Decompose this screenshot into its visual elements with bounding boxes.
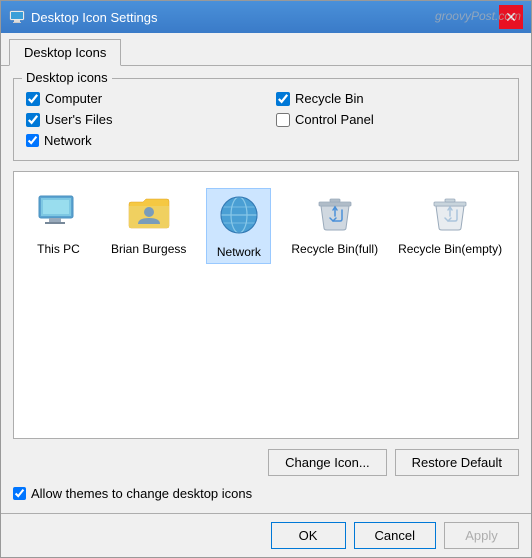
checkbox-users-label: User's Files [45, 112, 113, 127]
network-icon [215, 191, 263, 239]
icon-brian-burgess[interactable]: Brian Burgess [111, 188, 186, 258]
allow-themes-label: Allow themes to change desktop icons [31, 486, 252, 501]
network-row: Network [26, 133, 506, 148]
checkboxes-grid: Computer Recycle Bin User's Files Contro… [26, 91, 506, 127]
title-bar: Desktop Icon Settings ✕ [1, 1, 531, 33]
allow-themes-row: Allow themes to change desktop icons [13, 486, 519, 501]
icon-network-label: Network [217, 245, 261, 261]
checkbox-control-label: Control Panel [295, 112, 374, 127]
icon-recycle-full[interactable]: Recycle Bin(full) [291, 188, 378, 258]
checkbox-network-input[interactable] [26, 134, 39, 147]
icon-action-buttons: Change Icon... Restore Default [13, 449, 519, 476]
checkbox-recycle-input[interactable] [276, 92, 290, 106]
apply-button[interactable]: Apply [444, 522, 519, 549]
icon-this-pc[interactable]: This PC [26, 188, 91, 258]
icon-brian-burgess-label: Brian Burgess [111, 242, 186, 258]
ok-button[interactable]: OK [271, 522, 346, 549]
icons-preview-box: This PC Brian Burgess [13, 171, 519, 439]
window-icon [9, 9, 25, 25]
close-button[interactable]: ✕ [499, 5, 523, 29]
icon-recycle-full-label: Recycle Bin(full) [291, 242, 378, 258]
icon-network[interactable]: Network [206, 188, 271, 264]
checkbox-users-input[interactable] [26, 113, 40, 127]
checkbox-users: User's Files [26, 112, 256, 127]
main-content: Desktop icons Computer Recycle Bin User'… [1, 66, 531, 513]
icon-this-pc-label: This PC [37, 242, 80, 258]
change-icon-button[interactable]: Change Icon... [268, 449, 387, 476]
icon-recycle-empty[interactable]: Recycle Bin(empty) [398, 188, 502, 258]
title-bar-left: Desktop Icon Settings [9, 9, 157, 25]
this-pc-icon [35, 188, 83, 236]
bottom-buttons: OK Cancel Apply [1, 513, 531, 557]
checkbox-control: Control Panel [276, 112, 506, 127]
checkbox-network-label: Network [44, 133, 92, 148]
tab-bar: Desktop Icons [1, 33, 531, 66]
recycle-bin-empty-icon [426, 188, 474, 236]
user-folder-icon [125, 188, 173, 236]
checkbox-computer: Computer [26, 91, 256, 106]
desktop-icon-settings-window: Desktop Icon Settings ✕ Desktop Icons De… [0, 0, 532, 558]
restore-default-button[interactable]: Restore Default [395, 449, 519, 476]
cancel-button[interactable]: Cancel [354, 522, 436, 549]
checkbox-recycle-label: Recycle Bin [295, 91, 364, 106]
checkbox-recycle: Recycle Bin [276, 91, 506, 106]
icon-recycle-empty-label: Recycle Bin(empty) [398, 242, 502, 258]
window-title: Desktop Icon Settings [31, 10, 157, 25]
checkbox-computer-label: Computer [45, 91, 102, 106]
allow-themes-checkbox[interactable] [13, 487, 26, 500]
recycle-bin-full-icon [311, 188, 359, 236]
checkbox-control-input[interactable] [276, 113, 290, 127]
tab-desktop-icons[interactable]: Desktop Icons [9, 39, 121, 66]
checkbox-computer-input[interactable] [26, 92, 40, 106]
desktop-icons-group: Desktop icons Computer Recycle Bin User'… [13, 78, 519, 161]
group-label: Desktop icons [22, 70, 112, 85]
